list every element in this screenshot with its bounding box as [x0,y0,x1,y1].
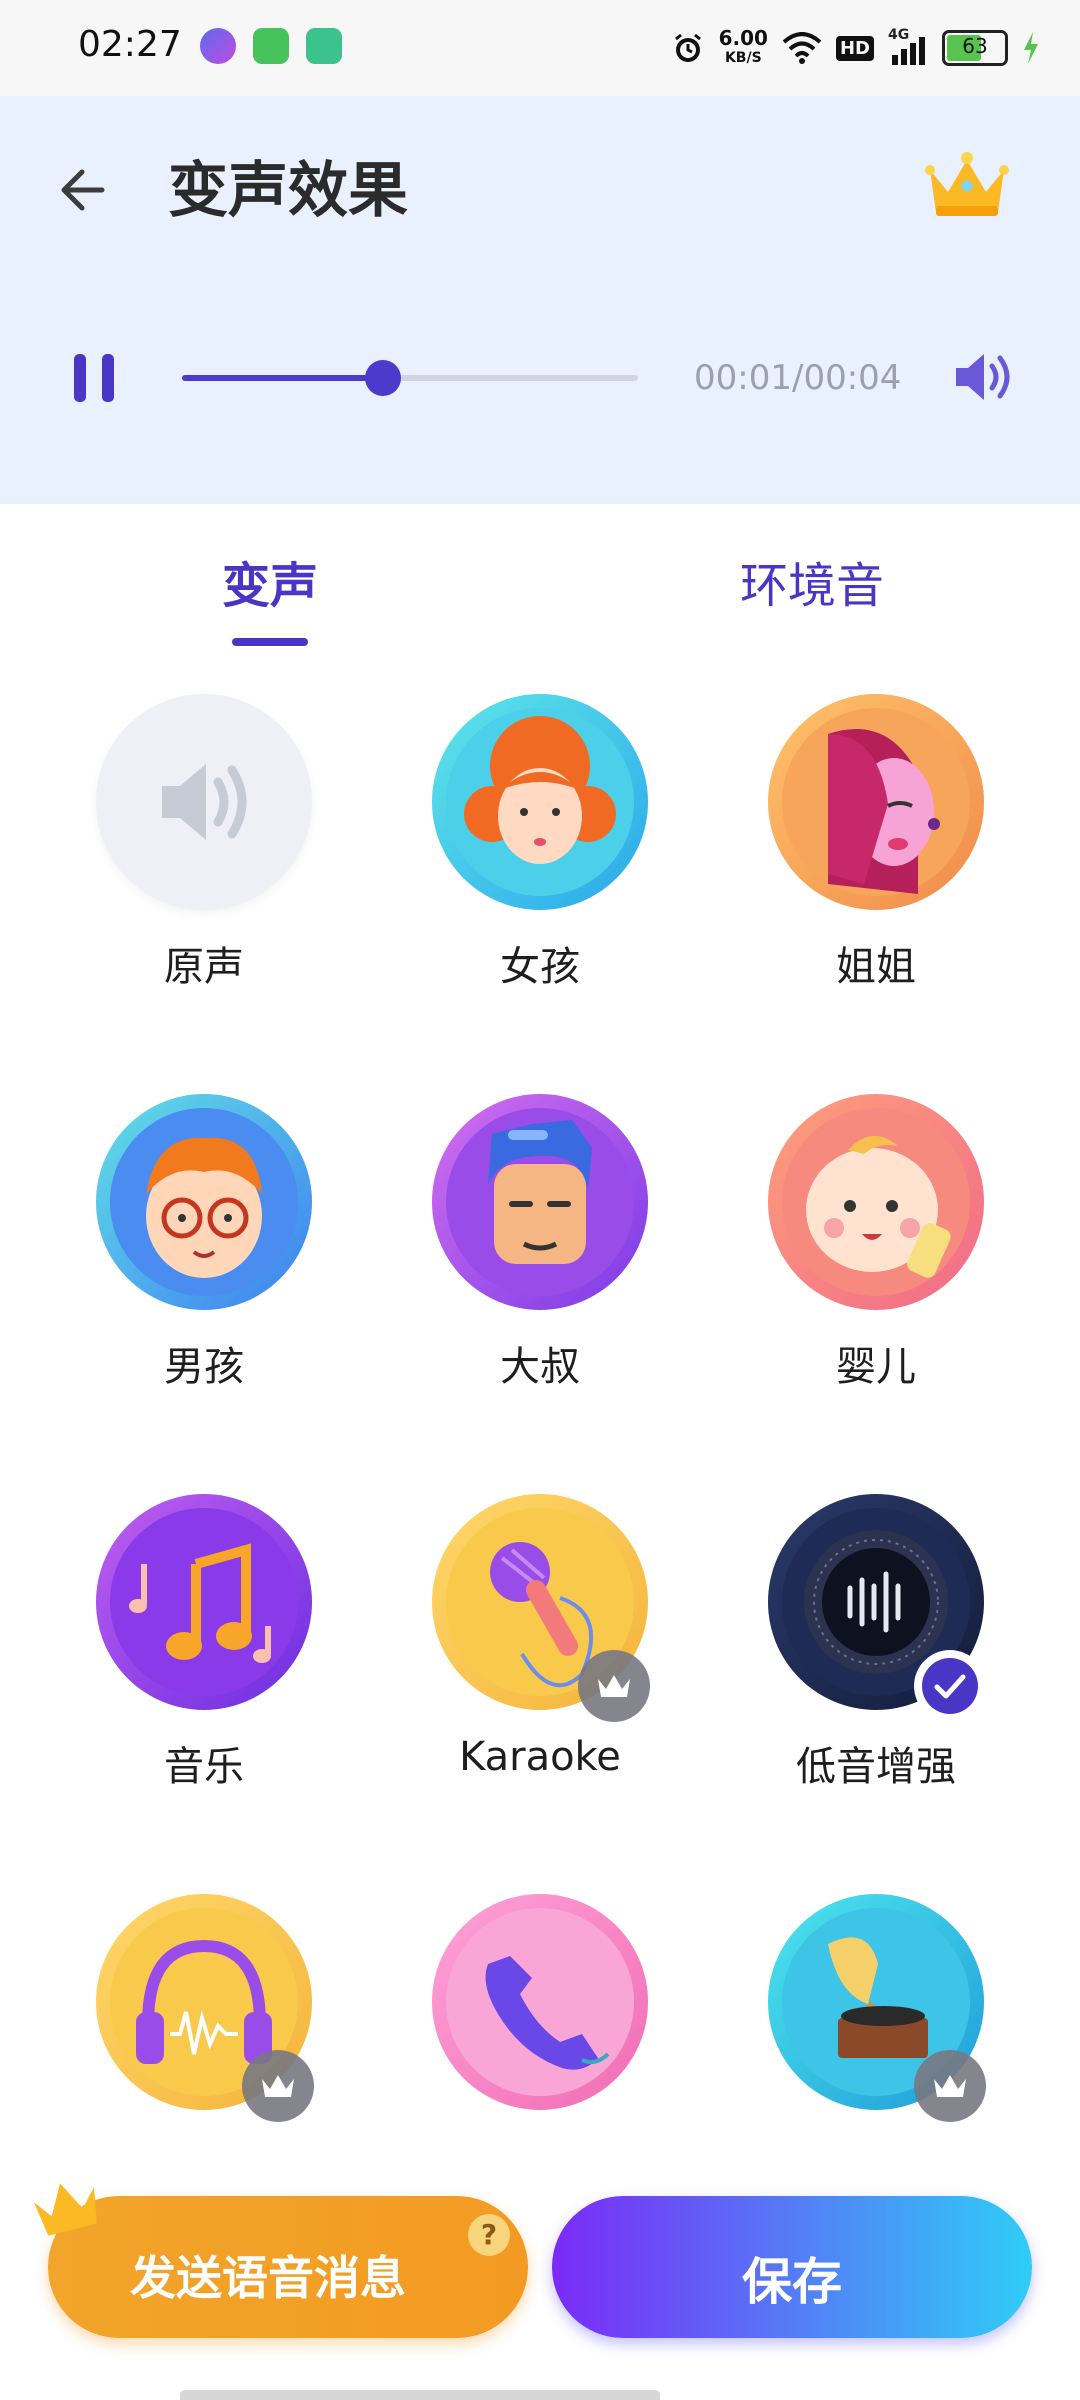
checkmark-icon [922,1658,978,1714]
speaker-icon [96,694,312,910]
net-speed-value: 6.00 [718,26,768,50]
header: 变声效果 00:01/00:04 [0,96,1080,504]
status-bar: 02:27 6.00 KB/S HD 4G 63 [0,0,1080,96]
vip-crown-badge [914,2050,986,2122]
net-speed-unit: KB/S [724,50,762,66]
baby-avatar-icon [768,1094,984,1310]
effect-baby[interactable]: 婴儿 [718,1080,1018,1440]
boy-avatar-icon [96,1094,312,1310]
crown-icon [598,1675,630,1697]
woman-avatar-icon [768,694,984,910]
save-button[interactable]: 保存 [552,2196,1032,2338]
arrow-left-icon[interactable] [52,154,124,226]
effect-label: Karaoke [459,1734,621,1780]
help-icon[interactable]: ? [468,2214,510,2256]
effect-music[interactable]: 音乐 [46,1480,346,1840]
active-tab-indicator [232,638,308,646]
effect-label: 大叔 [500,1344,580,1390]
tab-ambient-sound[interactable]: 环境音 [740,546,884,616]
effect-girl[interactable]: 女孩 [382,680,682,1040]
effect-original[interactable]: 原声 [46,680,346,1040]
selected-check-badge [914,1650,986,1722]
girl-avatar-icon [432,694,648,910]
network-type: 4G [888,27,910,43]
effect-label: 音乐 [164,1744,244,1790]
crown-icon [262,2075,294,2097]
gesture-navigation-bar[interactable] [180,2390,660,2400]
effect-bass-boost[interactable]: 低音增强 [718,1480,1018,1840]
wifi-icon [782,32,822,64]
vip-crown-badge [578,1650,650,1722]
hd-icon: HD [835,35,874,61]
effect-label: 婴儿 [836,1344,916,1390]
status-time: 02:27 [78,24,182,65]
send-voice-message-button[interactable]: 发送语音消息 ? [33,2183,528,2338]
crown-icon [934,2075,966,2097]
effect-sister[interactable]: 姐姐 [718,680,1018,1040]
effect-boy[interactable]: 男孩 [46,1080,346,1440]
progress-fill [182,375,383,381]
security-notification-icon [306,28,342,64]
voice-app-notification-icon [200,28,236,64]
net-speed: 6.00 KB/S [719,28,768,68]
crown-icon[interactable] [922,146,1012,226]
alarm-icon [674,33,701,62]
tab-voice-change[interactable]: 变声 [222,546,318,616]
crown-icon [33,2183,97,2236]
charging-icon [1024,32,1038,64]
effect-label: 原声 [164,944,244,990]
effect-karaoke[interactable]: Karaoke [382,1480,682,1840]
progress-thumb[interactable] [364,360,401,396]
effect-label: 姐姐 [836,944,916,990]
effect-uncle[interactable]: 大叔 [382,1080,682,1440]
playback-progress-slider[interactable] [182,360,638,396]
music-notes-icon [96,1494,312,1710]
effect-tabs: 变声 环境音 [0,504,1080,654]
message-notification-icon [253,28,289,64]
send-button-label: 发送语音消息 [130,2251,406,2305]
battery-level: 63 [962,34,988,58]
effect-label: 低音增强 [796,1744,956,1790]
effect-label: 男孩 [164,1344,244,1390]
battery-icon: 63 [942,30,1008,66]
vip-crown-badge [242,2050,314,2122]
uncle-avatar-icon [432,1094,648,1310]
page-title: 变声效果 [168,156,408,226]
telephone-icon [432,1894,648,2110]
effect-gramophone[interactable] [718,1880,1018,2240]
effect-telephone[interactable] [382,1880,682,2240]
save-button-label: 保存 [742,2253,842,2311]
signal-icon: 4G [888,27,928,65]
playback-time: 00:01/00:04 [694,358,902,398]
status-indicators: 6.00 KB/S HD 4G 63 [671,22,1040,74]
effect-label: 女孩 [500,944,580,990]
volume-icon[interactable] [948,342,1018,412]
pause-icon[interactable] [66,348,126,408]
